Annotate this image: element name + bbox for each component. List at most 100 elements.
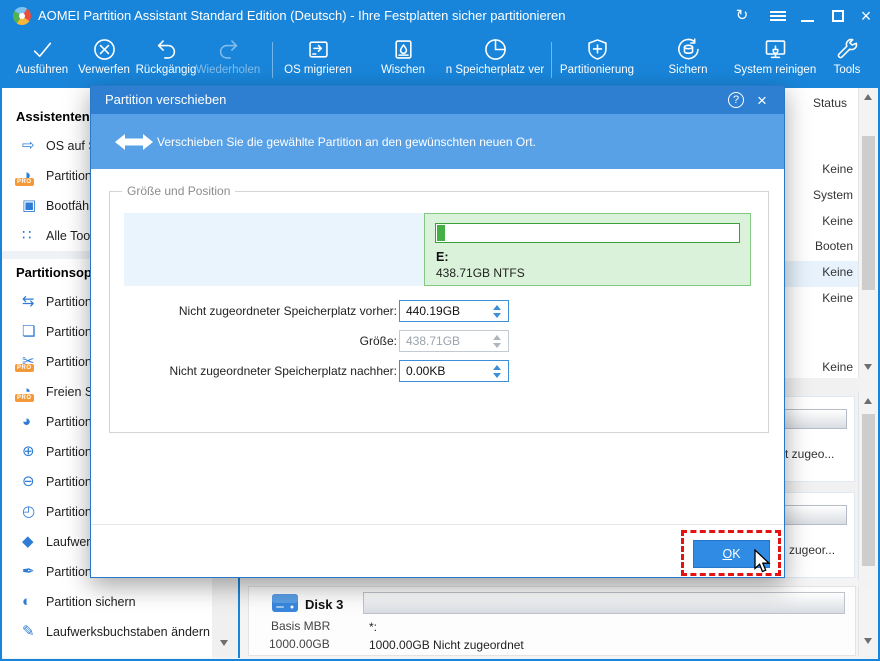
partition-size-info: 438.71GB NTFS	[436, 266, 525, 280]
scroll-down-icon[interactable]	[864, 364, 872, 370]
disk3-name: Disk 3	[305, 597, 344, 612]
spin-down-icon	[493, 342, 501, 348]
allocate-space-button[interactable]: n Speicherplatz ver	[435, 36, 555, 86]
tools-wrench-icon	[837, 38, 857, 59]
spin-down-icon[interactable]	[493, 312, 501, 318]
close-icon[interactable]: ×	[852, 0, 880, 32]
migrate-os-icon	[308, 41, 328, 58]
space-after-label: Nicht zugeordneter Speicherplatz nachher…	[169, 364, 397, 378]
undo-icon	[157, 40, 175, 59]
dialog-close-icon[interactable]: ×	[752, 88, 772, 113]
backup-icon	[677, 38, 699, 60]
space-before-spinbox[interactable]	[399, 300, 509, 322]
disk3-panel[interactable]: Disk 3 Basis MBR 1000.00GB *: 1000.00GB …	[248, 586, 856, 656]
all-tools-icon: ∷	[22, 227, 32, 244]
table-scrollbar[interactable]	[858, 88, 877, 378]
copy-partition-icon: ❏	[22, 323, 36, 340]
spin-up-icon	[493, 334, 501, 340]
size-input	[400, 331, 486, 351]
scroll-down-icon[interactable]	[864, 638, 872, 644]
overview-scrollbar[interactable]	[858, 392, 877, 580]
sidebar-item[interactable]: ✎ Laufwerksbuchstaben ändern	[2, 617, 212, 647]
bootable-media-icon: ▣	[22, 197, 37, 214]
disk3-unallocated-bar[interactable]	[363, 592, 845, 614]
move-arrow-icon	[115, 134, 153, 150]
help-icon[interactable]: ?	[728, 92, 744, 108]
bottom-scrollbar[interactable]	[858, 586, 877, 656]
groupbox-label: Größe und Position	[122, 184, 236, 198]
disk3-partition-label: *:	[369, 620, 378, 634]
minimize-icon[interactable]	[794, 0, 822, 32]
partition-caption: zugeor...	[789, 543, 836, 557]
status-column-header[interactable]: Status	[813, 96, 847, 110]
clean-system-icon	[765, 40, 785, 59]
title-bar: AOMEI Partition Assistant Standard Editi…	[0, 0, 880, 32]
disk3-size: 1000.00GB	[269, 637, 330, 651]
discard-icon	[93, 39, 115, 60]
dialog-title: Partition verschieben	[105, 92, 227, 107]
partition-shield-icon	[587, 39, 607, 60]
check-partition-icon: ◕	[22, 413, 32, 430]
clean-system-button[interactable]: System reinigen	[723, 36, 827, 86]
create-partition-icon: ⊕	[22, 443, 35, 460]
redo-button: Wiederholen	[189, 36, 267, 86]
partitioning-button[interactable]: Partitionierung	[547, 36, 647, 86]
dialog-banner: Verschieben Sie die gewählte Partition a…	[91, 114, 784, 169]
wipe-disk-icon	[394, 40, 412, 59]
dialog-separator	[91, 524, 784, 525]
migrate-os-button[interactable]: OS migrieren	[274, 36, 362, 86]
aomei-logo-icon	[13, 7, 31, 25]
window-border	[0, 0, 2, 661]
spin-up-icon[interactable]	[493, 304, 501, 310]
partition-e-block: E: 438.71GB NTFS	[424, 213, 751, 286]
execute-button[interactable]: Ausführen	[7, 36, 77, 86]
unallocated-space-block	[124, 213, 424, 286]
backup-button[interactable]: Sichern	[648, 36, 728, 86]
dialog-header: Partition verschieben ? ×	[91, 86, 784, 114]
resize-partition-icon: ⇆	[22, 293, 35, 310]
wipe-partition-icon: ✒	[22, 563, 35, 580]
scrollbar-thumb[interactable]	[862, 136, 875, 290]
spin-up-icon[interactable]	[493, 364, 501, 370]
disk-icon	[272, 594, 298, 612]
partition-letter: E:	[436, 250, 449, 264]
format-partition-icon: ◴	[22, 503, 36, 520]
pro-badge: PRO	[15, 364, 34, 372]
sidebar-item[interactable]: ◐ Partition sichern	[2, 587, 212, 617]
size-label: Größe:	[359, 334, 397, 348]
wipe-button[interactable]: Wischen	[363, 36, 443, 86]
migrate-os-icon: ⇨	[22, 137, 35, 154]
toolbar: Ausführen Verwerfen Rückgängig Wiederhol…	[0, 32, 880, 88]
toolbar-separator	[272, 42, 273, 78]
drive-label-icon: ◆	[22, 533, 34, 550]
delete-partition-icon: ⊖	[22, 473, 35, 490]
partition-bar	[779, 409, 847, 429]
scroll-down-icon[interactable]	[220, 640, 228, 646]
dialog-description: Verschieben Sie die gewählte Partition a…	[157, 135, 536, 149]
scrollbar-thumb[interactable]	[862, 414, 875, 566]
refresh-icon[interactable]: ↻	[728, 0, 756, 32]
space-before-label: Nicht zugeordneter Speicherplatz vorher:	[178, 304, 397, 318]
allocate-space-icon	[484, 39, 506, 60]
change-letter-icon: ✎	[22, 623, 35, 640]
pro-badge: PRO	[15, 178, 34, 186]
partition-bar	[779, 505, 847, 525]
disk3-type: Basis MBR	[271, 619, 331, 633]
space-after-input[interactable]	[400, 361, 486, 381]
spin-down-icon[interactable]	[493, 372, 501, 378]
mouse-cursor	[754, 549, 771, 573]
window-title: AOMEI Partition Assistant Standard Editi…	[38, 8, 566, 23]
pro-badge: PRO	[15, 394, 34, 402]
scroll-up-icon[interactable]	[864, 398, 872, 404]
partition-slider[interactable]	[435, 223, 740, 243]
maximize-icon[interactable]	[824, 0, 852, 32]
scroll-up-icon[interactable]	[864, 94, 872, 100]
app-window: AOMEI Partition Assistant Standard Editi…	[0, 0, 880, 661]
partition-slider-fill	[437, 225, 445, 241]
space-before-input[interactable]	[400, 301, 486, 321]
size-spinbox	[399, 330, 509, 352]
tools-button[interactable]: Tools	[820, 36, 874, 86]
space-after-spinbox[interactable]	[399, 360, 509, 382]
menu-icon[interactable]	[764, 0, 792, 32]
redo-icon	[219, 40, 237, 59]
